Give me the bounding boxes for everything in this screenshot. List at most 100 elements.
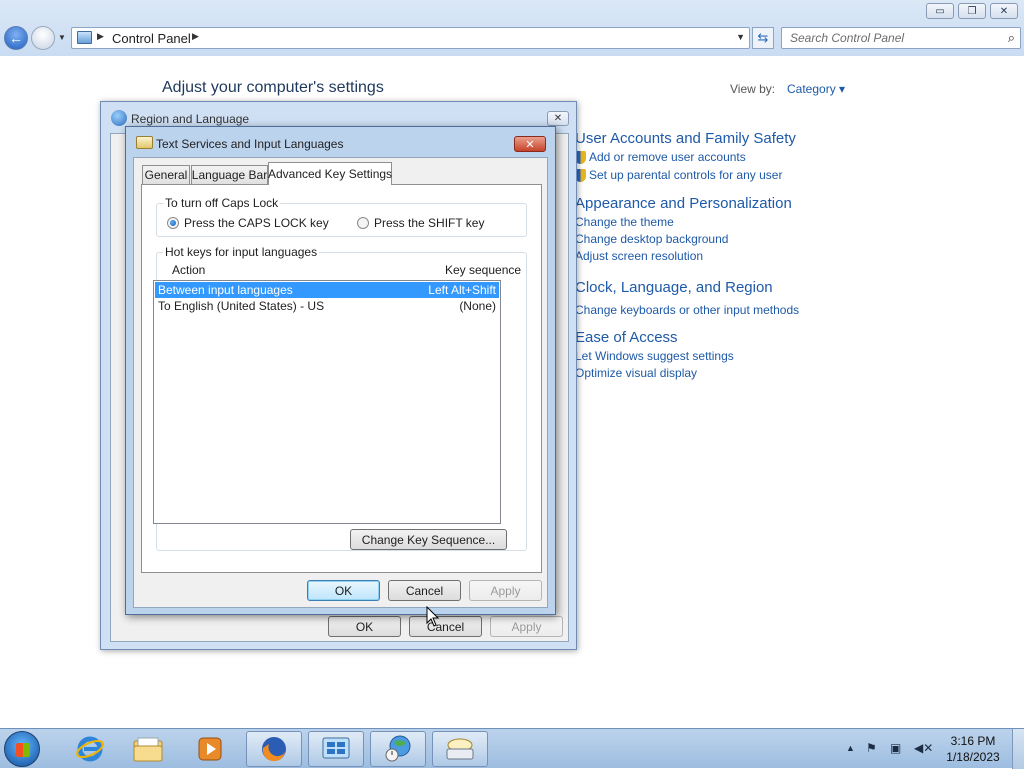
region-dialog-close-button[interactable]: ✕	[547, 111, 569, 126]
tab-advanced-key-settings[interactable]: Advanced Key Settings	[268, 162, 392, 185]
folder-icon	[133, 737, 163, 762]
hotkey-sequence: (None)	[459, 299, 496, 313]
minimize-button[interactable]: ▭	[926, 3, 954, 19]
back-arrow-icon: ←	[9, 30, 23, 46]
show-hidden-icons-button[interactable]: ▲	[846, 743, 855, 753]
taskbar-region-and-language[interactable]	[370, 731, 426, 767]
region-apply-button[interactable]: Apply	[490, 616, 563, 637]
radio-button[interactable]	[357, 217, 369, 229]
column-header-key-sequence[interactable]: Key sequence	[445, 263, 521, 277]
hotkey-sequence: Left Alt+Shift	[428, 283, 496, 297]
link-windows-suggest-settings[interactable]: Let Windows suggest settings	[575, 349, 734, 363]
tab-language-bar[interactable]: Language Bar	[191, 165, 268, 184]
address-bar[interactable]: ▶ Control Panel ▶ ▼	[71, 27, 750, 49]
back-button[interactable]: ←	[4, 26, 28, 50]
view-by-dropdown[interactable]: Category ▾	[787, 82, 845, 96]
link-add-remove-accounts[interactable]: Add or remove user accounts	[589, 150, 746, 164]
globe-clock-icon	[385, 735, 411, 762]
region-ok-button[interactable]: OK	[328, 616, 401, 637]
close-icon: ✕	[525, 138, 535, 151]
volume-muted-icon[interactable]: ◀✕	[914, 741, 933, 755]
caps-lock-key-label: Press the CAPS LOCK key	[184, 216, 329, 230]
search-input[interactable]	[782, 28, 992, 48]
text-services-dialog-body: General Language Bar Advanced Key Settin…	[133, 157, 548, 608]
caps-lock-group: To turn off Caps Lock Press the CAPS LOC…	[156, 196, 527, 237]
taskbar-windows-explorer[interactable]	[120, 731, 176, 767]
explorer-toolbar: ▭ ❐ ✕ ← ▼ ▶ Control Panel ▶ ▼ ⇆ ⌕	[0, 0, 1024, 56]
media-player-icon	[198, 737, 222, 761]
clock-date[interactable]: 1/18/2023	[940, 750, 1006, 764]
breadcrumb-chevron-icon[interactable]: ▶	[192, 31, 199, 42]
cancel-button[interactable]: Cancel	[388, 580, 461, 601]
restore-icon: ❐	[967, 5, 977, 17]
forward-button[interactable]	[31, 26, 55, 50]
text-services-close-button[interactable]: ✕	[514, 136, 546, 152]
refresh-icon: ⇆	[757, 30, 769, 45]
text-services-dialog-title: Text Services and Input Languages	[156, 137, 344, 151]
list-item[interactable]: Between input languages Left Alt+Shift	[155, 282, 499, 298]
category-user-accounts[interactable]: User Accounts and Family Safety	[575, 130, 796, 147]
taskbar-media-player[interactable]	[182, 731, 238, 767]
close-window-button[interactable]: ✕	[990, 3, 1018, 19]
globe-icon	[111, 110, 127, 126]
caps-lock-key-option[interactable]: Press the CAPS LOCK key	[167, 216, 329, 230]
maximize-button[interactable]: ❐	[958, 3, 986, 19]
link-change-theme[interactable]: Change the theme	[575, 215, 674, 229]
show-desktop-button[interactable]	[1012, 729, 1024, 769]
taskbar-internet-explorer[interactable]	[62, 731, 118, 767]
link-screen-resolution[interactable]: Adjust screen resolution	[575, 249, 703, 263]
link-change-keyboards[interactable]: Change keyboards or other input methods	[575, 303, 799, 317]
link-optimize-visual-display[interactable]: Optimize visual display	[575, 366, 697, 380]
taskbar-firefox[interactable]	[246, 731, 302, 767]
control-panel-icon	[77, 31, 92, 44]
minimize-icon: ▭	[935, 5, 945, 17]
taskbar-control-panel[interactable]	[308, 731, 364, 767]
advanced-key-settings-panel: To turn off Caps Lock Press the CAPS LOC…	[141, 184, 542, 573]
hot-keys-list[interactable]: Between input languages Left Alt+Shift T…	[153, 280, 501, 524]
text-services-dialog: Text Services and Input Languages ✕ Gene…	[125, 126, 556, 615]
view-by-label: View by:	[730, 82, 776, 96]
taskbar: ▲ ⚑ ▣ ◀✕ 3:16 PM 1/18/2023	[0, 728, 1024, 769]
action-center-flag-icon[interactable]: ⚑	[866, 741, 877, 755]
firefox-icon	[262, 737, 286, 762]
close-icon: ✕	[553, 113, 563, 124]
ok-button[interactable]: OK	[307, 580, 380, 601]
caps-lock-group-label: To turn off Caps Lock	[163, 196, 281, 210]
region-dialog-title: Region and Language	[131, 112, 250, 126]
page-title: Adjust your computer's settings	[162, 79, 384, 96]
hotkey-action: Between input languages	[158, 283, 293, 297]
hot-keys-group-label: Hot keys for input languages	[163, 245, 320, 259]
control-panel-icon	[322, 737, 350, 759]
list-item[interactable]: To English (United States) - US (None)	[155, 298, 499, 314]
category-clock-language-region[interactable]: Clock, Language, and Region	[575, 279, 773, 296]
column-header-action[interactable]: Action	[172, 263, 205, 277]
network-icon[interactable]: ▣	[890, 741, 901, 755]
taskbar-text-services[interactable]	[432, 731, 488, 767]
breadcrumb-chevron-icon[interactable]: ▶	[97, 31, 104, 42]
internet-explorer-icon	[76, 736, 104, 762]
category-appearance[interactable]: Appearance and Personalization	[575, 195, 792, 212]
hotkey-action: To English (United States) - US	[158, 299, 325, 313]
link-desktop-background[interactable]: Change desktop background	[575, 232, 728, 246]
radio-button-checked[interactable]	[167, 217, 179, 229]
apply-button[interactable]: Apply	[469, 580, 542, 601]
refresh-button[interactable]: ⇆	[752, 27, 774, 49]
shift-key-option[interactable]: Press the SHIFT key	[357, 216, 484, 230]
search-icon[interactable]: ⌕	[1008, 30, 1015, 46]
address-dropdown-icon[interactable]: ▼	[736, 32, 745, 42]
windows-logo-icon	[16, 743, 30, 757]
clock-time[interactable]: 3:16 PM	[940, 734, 1006, 748]
breadcrumb-control-panel[interactable]: Control Panel	[112, 31, 191, 46]
region-cancel-button[interactable]: Cancel	[409, 616, 482, 637]
shift-key-label: Press the SHIFT key	[374, 216, 485, 230]
start-button[interactable]	[4, 731, 40, 767]
link-parental-controls[interactable]: Set up parental controls for any user	[589, 168, 782, 182]
close-icon: ✕	[999, 5, 1009, 17]
search-box[interactable]: ⌕	[781, 27, 1021, 49]
change-key-sequence-button[interactable]: Change Key Sequence...	[350, 529, 507, 550]
keyboard-icon	[446, 738, 474, 760]
keyboard-icon	[136, 136, 153, 149]
category-ease-of-access[interactable]: Ease of Access	[575, 329, 678, 346]
tab-general[interactable]: General	[142, 165, 190, 184]
recent-pages-dropdown[interactable]: ▼	[58, 33, 66, 42]
